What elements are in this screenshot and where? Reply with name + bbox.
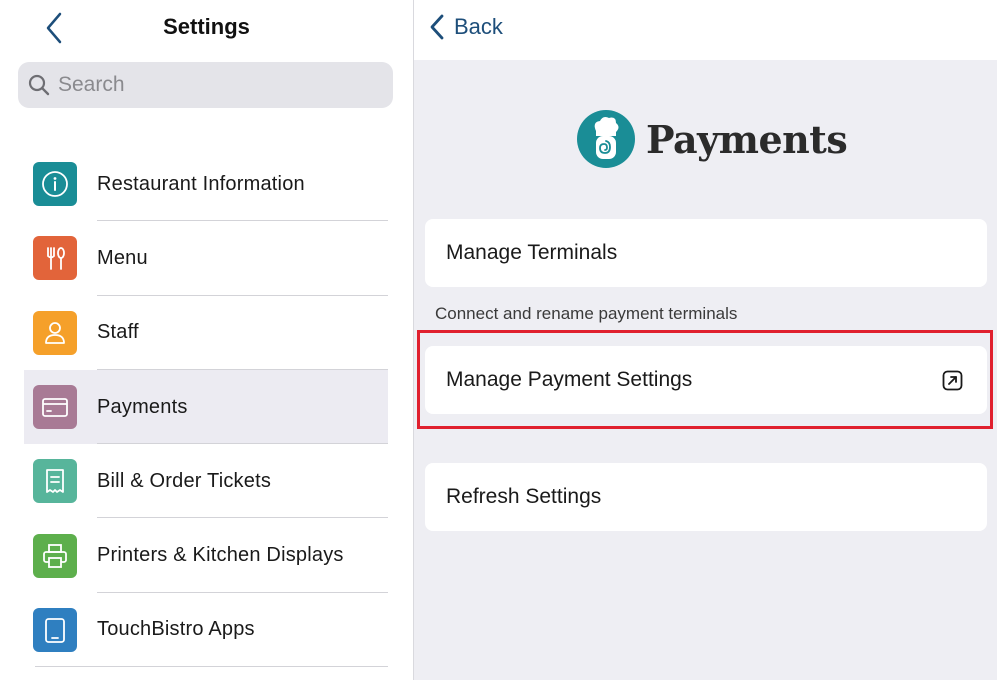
search-icon	[28, 74, 50, 96]
sidebar-item-restaurant-information[interactable]: Restaurant Information	[0, 147, 413, 222]
printer-icon	[33, 533, 77, 578]
fork-knife-icon	[33, 236, 77, 281]
sidebar-item-payments[interactable]: Payments	[24, 369, 388, 445]
manage-terminals-button[interactable]: Manage Terminals	[425, 219, 987, 287]
sidebar-item-staff[interactable]: Staff	[0, 296, 413, 371]
chef-swirl-logo	[577, 110, 635, 168]
tablet-icon	[33, 607, 77, 652]
sidebar-item-printers-kitchen-displays[interactable]: Printers & Kitchen Displays	[0, 518, 413, 594]
terminals-hint: Connect and rename payment terminals	[435, 304, 738, 323]
sidebar-item-label: Printers & Kitchen Displays	[97, 544, 344, 567]
refresh-settings-label: Refresh Settings	[446, 485, 602, 508]
manage-terminals-label: Manage Terminals	[446, 241, 618, 264]
sidebar-title: Settings	[163, 14, 250, 39]
sidebar-item-label: Menu	[97, 246, 148, 269]
search-input[interactable]	[58, 73, 358, 97]
back-button[interactable]: Back	[428, 12, 503, 42]
detail-header: Back	[414, 0, 997, 60]
receipt-icon	[33, 459, 77, 504]
refresh-settings-button[interactable]: Refresh Settings	[425, 463, 987, 531]
sidebar-item-menu[interactable]: Menu	[0, 221, 413, 296]
settings-menu: Restaurant Information Menu Staff Paymen…	[0, 147, 413, 668]
brand-title: Payments	[646, 116, 848, 162]
sidebar-item-label: Staff	[97, 321, 139, 344]
sidebar-item-label: Bill & Order Tickets	[97, 469, 272, 492]
external-link-icon	[942, 370, 963, 391]
back-label: Back	[454, 14, 503, 39]
payments-detail-pane: Back Payments Manage Terminals Connect a…	[414, 0, 997, 680]
chevron-left-icon	[430, 14, 444, 40]
sidebar-item-label: TouchBistro Apps	[97, 618, 255, 641]
sidebar-item-touchbistro-apps[interactable]: TouchBistro Apps	[0, 593, 413, 668]
sidebar-item-bill-order-tickets[interactable]: Bill & Order Tickets	[0, 444, 413, 519]
settings-sidebar: Settings Restaurant Information	[0, 0, 413, 680]
sidebar-item-label: Restaurant Information	[97, 172, 305, 195]
card-icon	[33, 385, 77, 430]
manage-payment-settings-label: Manage Payment Settings	[446, 368, 693, 391]
payments-brand: Payments	[576, 109, 848, 169]
search-bar[interactable]	[18, 62, 393, 108]
person-icon	[33, 310, 77, 355]
info-icon	[33, 162, 77, 207]
manage-payment-settings-button[interactable]: Manage Payment Settings	[425, 346, 987, 414]
sidebar-item-label: Payments	[97, 395, 188, 418]
